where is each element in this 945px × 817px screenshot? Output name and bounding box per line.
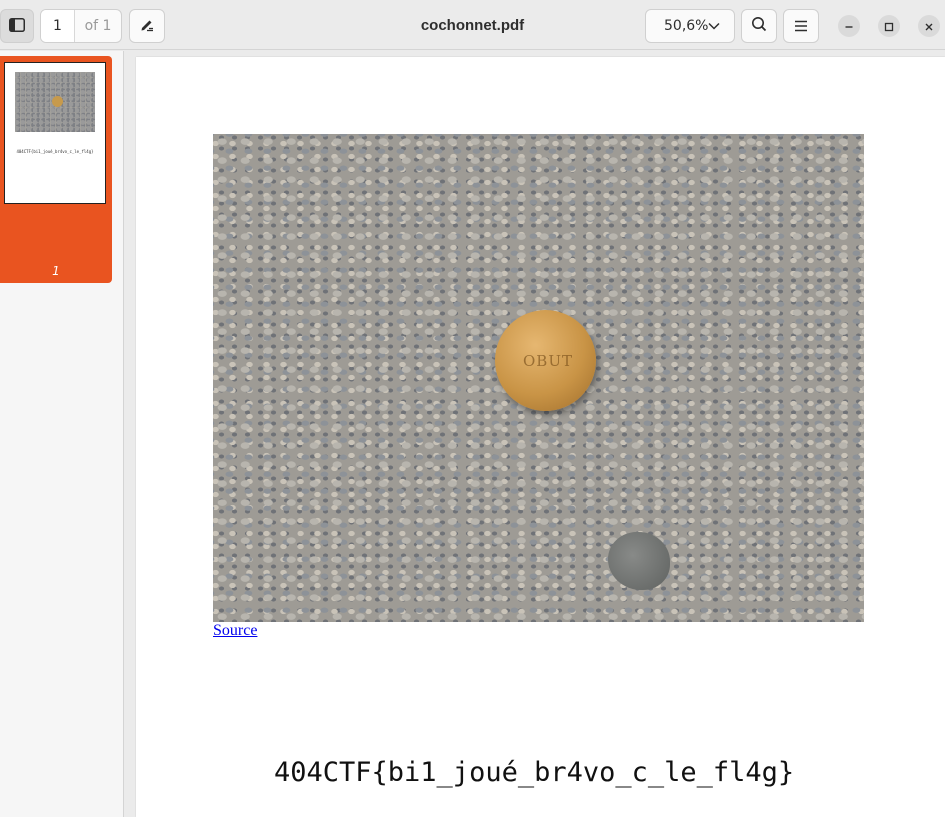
thumbnail-sidebar: 404CTF{bi1_joué_br4vo_c_le_fl4g} 1 <box>0 51 124 817</box>
source-link[interactable]: Source <box>213 622 257 640</box>
close-button[interactable] <box>918 15 940 37</box>
maximize-button[interactable] <box>878 15 900 37</box>
main-menu-button[interactable] <box>783 9 819 43</box>
chevron-down-icon <box>708 18 721 34</box>
close-icon <box>924 17 934 36</box>
search-icon <box>751 16 767 36</box>
page-selector: 1 of 1 <box>40 9 122 43</box>
minimize-button[interactable] <box>838 15 860 37</box>
maximize-icon <box>884 17 894 36</box>
gravel-photo: OBUT <box>213 134 864 622</box>
ball-inscription: OBUT <box>523 352 573 370</box>
header-bar: 1 of 1 cochonnet.pdf 50,6% <box>0 0 945 50</box>
pdf-page: OBUT Source 404CTF{bi1_joué_br4vo_c_le_f… <box>136 57 945 817</box>
page-number-input[interactable]: 1 <box>41 10 75 42</box>
thumbnail-flag-text: 404CTF{bi1_joué_br4vo_c_le_fl4g} <box>16 149 94 154</box>
window-title: cochonnet.pdf <box>420 16 525 34</box>
thumbnail-page-label: 1 <box>52 264 60 278</box>
cochonnet-ball: OBUT <box>495 310 596 411</box>
sidebar-icon <box>9 17 25 36</box>
sidebar-toggle-button[interactable] <box>0 9 34 43</box>
thumbnail-page-preview: 404CTF{bi1_joué_br4vo_c_le_fl4g} <box>4 62 106 204</box>
search-button[interactable] <box>741 9 777 43</box>
flag-text: 404CTF{bi1_joué_br4vo_c_le_fl4g} <box>274 757 795 788</box>
annotate-button[interactable] <box>129 9 165 43</box>
document-viewer[interactable]: OBUT Source 404CTF{bi1_joué_br4vo_c_le_f… <box>125 51 945 817</box>
minimize-icon <box>844 17 854 36</box>
page-total-label: of 1 <box>84 18 112 34</box>
dark-pebble <box>608 532 670 590</box>
page-thumbnail[interactable]: 404CTF{bi1_joué_br4vo_c_le_fl4g} 1 <box>0 56 112 283</box>
thumbnail-photo <box>15 72 95 132</box>
pencil-icon <box>139 16 155 36</box>
hamburger-menu-icon <box>794 17 808 36</box>
zoom-dropdown[interactable]: 50,6% <box>645 9 735 43</box>
thumbnail-ball <box>52 96 63 107</box>
zoom-level: 50,6% <box>664 18 709 34</box>
